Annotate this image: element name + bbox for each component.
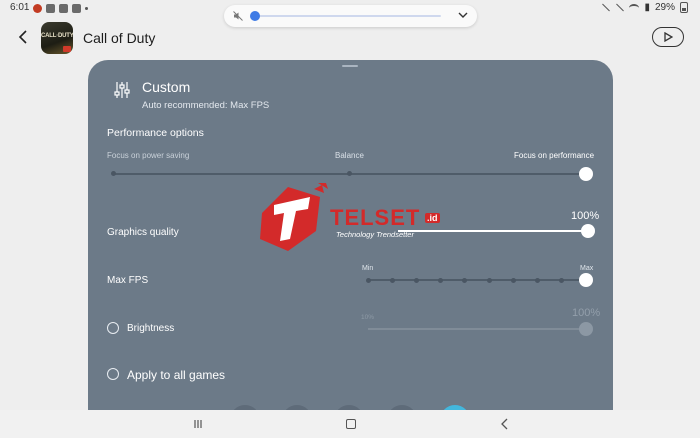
max-fps-thumb[interactable] bbox=[579, 273, 593, 287]
system-status-icons: ▮ 29% bbox=[601, 2, 688, 13]
watermark-domain: .id bbox=[425, 213, 440, 223]
tune-settings-icon bbox=[114, 82, 130, 98]
recents-icon[interactable] bbox=[193, 419, 203, 429]
performance-slider-thumb[interactable] bbox=[579, 167, 593, 181]
volume-mute-icon[interactable] bbox=[233, 11, 243, 21]
back-nav-icon[interactable] bbox=[500, 418, 510, 430]
app-notification-icon bbox=[33, 4, 42, 13]
battery-percent: 29% bbox=[654, 2, 675, 13]
brightness-label: Brightness bbox=[127, 323, 175, 334]
game-icon: CALL·DUTY bbox=[41, 22, 73, 54]
apply-all-label: Apply to all games bbox=[127, 368, 226, 382]
performance-options-title: Performance options bbox=[107, 127, 204, 139]
max-fps-stop[interactable] bbox=[413, 277, 419, 283]
volume-panel bbox=[224, 5, 477, 27]
mode-subtitle: Auto recommended: Max FPS bbox=[142, 100, 270, 111]
perf-label-balance: Balance bbox=[335, 151, 364, 160]
performance-stop[interactable] bbox=[111, 171, 116, 176]
brightness-min-label: 10% bbox=[361, 314, 375, 321]
navigation-bar bbox=[0, 410, 700, 438]
max-fps-track[interactable] bbox=[368, 279, 586, 281]
max-fps-min-label: Min bbox=[362, 265, 374, 272]
brightness-track bbox=[368, 328, 586, 330]
max-fps-max-label: Max bbox=[580, 265, 594, 272]
bluetooth-off-icon bbox=[615, 3, 624, 12]
max-fps-stop[interactable] bbox=[510, 277, 516, 283]
max-fps-stop[interactable] bbox=[365, 277, 371, 283]
video-notification-icon bbox=[59, 4, 68, 13]
max-fps-stop[interactable] bbox=[535, 277, 541, 283]
max-fps-stop[interactable] bbox=[462, 277, 468, 283]
home-icon[interactable] bbox=[346, 419, 356, 429]
back-arrow-icon[interactable] bbox=[15, 28, 33, 46]
play-game-button[interactable] bbox=[652, 27, 684, 47]
more-notifications-icon bbox=[85, 7, 88, 10]
screenshot-notification-icon bbox=[72, 4, 81, 13]
volume-slider-track[interactable] bbox=[255, 15, 441, 17]
gallery-notification-icon bbox=[46, 4, 55, 13]
status-time: 6:01 bbox=[10, 2, 30, 13]
brightness-radio[interactable] bbox=[107, 322, 119, 334]
volume-slider-thumb[interactable] bbox=[250, 11, 260, 21]
max-fps-stop[interactable] bbox=[389, 277, 395, 283]
drag-handle[interactable] bbox=[342, 65, 358, 67]
chevron-down-icon[interactable] bbox=[457, 10, 469, 20]
max-fps-label: Max FPS bbox=[107, 275, 149, 286]
apply-all-radio[interactable] bbox=[107, 368, 119, 380]
graphics-quality-value: 100% bbox=[571, 210, 600, 222]
play-icon bbox=[664, 32, 673, 42]
mute-status-icon bbox=[601, 3, 610, 12]
mode-title: Custom bbox=[142, 79, 191, 95]
max-fps-stop[interactable] bbox=[486, 277, 492, 283]
game-icon-text: CALL·DUTY bbox=[41, 33, 73, 39]
max-fps-stop[interactable] bbox=[559, 277, 565, 283]
watermark-brand: TELSET bbox=[330, 205, 421, 230]
game-icon-badge bbox=[63, 46, 71, 52]
notification-icons bbox=[33, 4, 88, 13]
brightness-thumb bbox=[579, 322, 593, 336]
graphics-quality-thumb[interactable] bbox=[581, 224, 595, 238]
brightness-value: 100% bbox=[572, 307, 601, 319]
perf-label-performance: Focus on performance bbox=[514, 151, 595, 160]
graphics-quality-label: Graphics quality bbox=[107, 227, 179, 238]
watermark-tagline: Technology Trendsetter bbox=[336, 230, 414, 239]
max-fps-stop[interactable] bbox=[438, 277, 444, 283]
wifi-icon bbox=[629, 3, 640, 12]
perf-label-power-saving: Focus on power saving bbox=[107, 151, 190, 160]
battery-icon bbox=[680, 2, 688, 13]
signal-icon: ▮ bbox=[644, 2, 650, 13]
game-title: Call of Duty bbox=[83, 30, 156, 46]
performance-stop[interactable] bbox=[347, 171, 352, 176]
